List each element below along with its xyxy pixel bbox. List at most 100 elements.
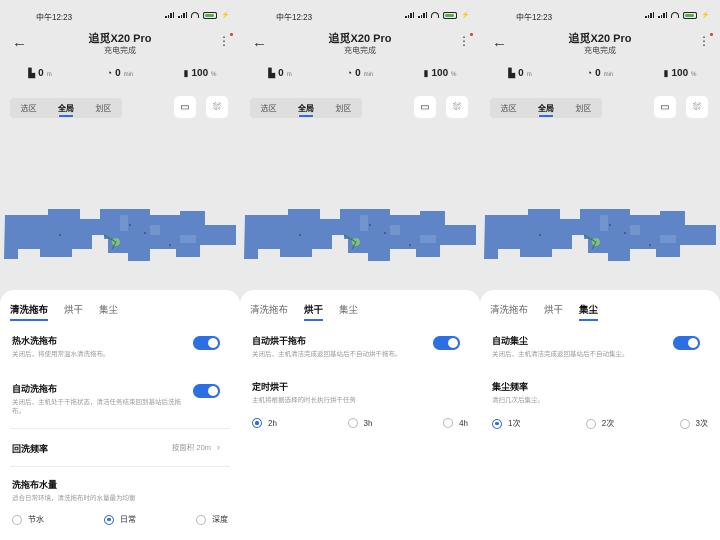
area-icon: ▙ [508,68,516,78]
battery-level-icon: ▮ [663,68,669,78]
radio-icon [347,418,358,428]
setting-title: 定时烘干 [252,382,289,392]
setting-rewash-frequency[interactable]: 回洗频率 按面积 20m › [12,442,228,455]
tab-mop-washing[interactable]: 清洗拖布 [490,302,528,316]
radio-icon [585,418,596,429]
more-menu-icon[interactable]: ⋮ [218,33,233,48]
setting-desc: 关闭后，主机清洁完成返回基站后不自动烘干拖布。 [252,351,402,358]
battery-level-icon: ▮ [423,68,429,78]
map-3d-button[interactable]: ⛆ [446,96,468,118]
option-water-daily[interactable]: 日常 [104,514,136,525]
floor-map[interactable] [480,205,720,295]
signal-icon [645,12,655,18]
more-menu-icon[interactable]: ⋮ [698,33,713,48]
status-bar: 中午12:23 ⚡ [240,0,480,32]
map-3d-button[interactable]: ⛆ [686,96,708,118]
tab-drying[interactable]: 烘干 [544,302,563,316]
stat-area: ▙ 0 m [268,68,292,79]
setting-auto-dry: 自动烘干拖布 关闭后，主机清洁完成返回基站后不自动烘干拖布。 [252,334,468,359]
tab-global[interactable]: 全局 [538,103,554,117]
stat-battery: ▮ 100% [423,68,457,79]
tab-select-room[interactable]: 选区 [21,103,37,114]
tab-draw-zone[interactable]: 划区 [575,103,591,114]
tab-global[interactable]: 全局 [298,103,314,117]
map-3d-icon: ⛆ [693,101,701,113]
camera-button[interactable]: ▭ [654,96,676,118]
camera-button[interactable]: ▭ [414,96,436,118]
option-dry-3h[interactable]: 3h [347,418,372,428]
camera-button[interactable]: ▭ [174,96,196,118]
stat-battery: ▮ 100% [183,68,217,79]
auto-dust-toggle[interactable] [673,336,700,350]
divider [10,428,230,429]
panel-tabs: 清洗拖布 烘干 集尘 [490,302,599,321]
screen-dust-collection: 中午12:23 ⚡ ← 追觅X20 Pro 充电完成 ⋮ ▙ 0 m ◔ 0 min ▮… [480,0,720,540]
option-dry-4h[interactable]: 4h [443,418,468,428]
status-icons: ⚡ [405,11,470,19]
map-toolbar: 选区 全局 划区 ▭ ⛆ [10,96,230,120]
stat-area: ▙ 0 m [508,68,532,79]
map-3d-icon: ⛆ [213,101,221,113]
setting-hot-water: 热水洗拖布 关闭后，将使用常温水清洗拖布。 [12,334,228,359]
option-dust-3[interactable]: 3次 [679,418,708,429]
tab-dust-collection[interactable]: 集尘 [339,302,358,316]
tab-select-room[interactable]: 选区 [261,103,277,114]
radio-checked-icon [104,514,114,525]
setting-desc: 关闭后，主机处于干拖状态，清洁任务结束回到基站后洗拖布。 [12,399,181,415]
setting-desc: 关闭后，将使用常温水清洗拖布。 [12,351,110,358]
battery-level-icon: ▮ [183,68,189,78]
tab-select-room[interactable]: 选区 [501,103,517,114]
signal-icon [178,12,188,18]
radio-checked-icon [252,418,262,428]
auto-dry-toggle[interactable] [433,336,460,350]
option-water-save[interactable]: 节水 [12,514,44,525]
setting-desc: 关闭后，主机清洁完成返回基站后不自动集尘。 [492,351,629,358]
tab-drying[interactable]: 烘干 [64,302,83,316]
more-menu-icon[interactable]: ⋮ [458,33,473,48]
screen-mop-washing: 中午12:23 ⚡ ← 追觅X20 Pro 充电完成 ⋮ ▙ 0 m ◔ 0 min ▮… [0,0,240,540]
hot-water-toggle[interactable] [193,336,220,350]
map-3d-button[interactable]: ⛆ [206,96,228,118]
tab-draw-zone[interactable]: 划区 [335,103,351,114]
setting-dust-frequency: 集尘频率 清扫几次后集尘。 [492,380,708,405]
status-time: 中午12:23 [276,13,313,22]
tab-draw-zone[interactable]: 划区 [95,103,111,114]
header: ← 追觅X20 Pro 充电完成 ⋮ [240,30,480,60]
radio-checked-icon [492,418,502,429]
option-dust-1[interactable]: 1次 [492,418,520,429]
floor-map[interactable] [0,205,240,295]
auto-wash-toggle[interactable] [193,384,220,398]
battery-icon [683,11,698,19]
stats-row: ▙ 0 m ◔ 0 min ▮ 100% [240,68,480,84]
wifi-icon [431,12,440,18]
stat-time: ◔ 0 min [346,68,374,79]
map-mode-tabs: 选区 全局 划区 [490,98,602,118]
setting-desc: 主机将根据选择的时长执行烘干任务 [252,397,356,404]
floor-map[interactable] [240,205,480,295]
map-toolbar: 选区 全局 划区 ▭ ⛆ [490,96,710,120]
page-title: 追觅X20 Pro [88,33,152,45]
rewash-value: 按面积 20m › [171,442,220,452]
status-icons: ⚡ [645,11,710,19]
clock-icon: ◔ [586,68,593,78]
option-water-deep[interactable]: 深度 [196,514,228,525]
tab-mop-washing[interactable]: 清洗拖布 [250,302,288,316]
signal-icon [405,12,415,18]
device-status: 充电完成 [344,46,376,55]
setting-title: 洗拖布水量 [12,480,58,490]
stat-time: ◔ 0 min [586,68,614,79]
screen-drying: 中午12:23 ⚡ ← 追觅X20 Pro 充电完成 ⋮ ▙ 0 m ◔ 0 min ▮… [240,0,480,540]
option-dry-2h[interactable]: 2h [252,418,277,428]
option-dust-2[interactable]: 2次 [585,418,614,429]
tab-mop-washing[interactable]: 清洗拖布 [10,302,49,321]
tab-global[interactable]: 全局 [58,103,74,117]
signal-icon [165,12,175,18]
setting-title: 集尘频率 [492,382,529,392]
device-status: 充电完成 [104,46,136,55]
chevron-right-icon: › [217,442,220,452]
tab-dust-collection[interactable]: 集尘 [579,302,599,321]
tab-dust-collection[interactable]: 集尘 [99,302,118,316]
stats-row: ▙ 0 m ◔ 0 min ▮ 100% [0,68,240,84]
stat-time: ◔ 0 min [106,68,134,79]
tab-drying[interactable]: 烘干 [304,302,324,321]
